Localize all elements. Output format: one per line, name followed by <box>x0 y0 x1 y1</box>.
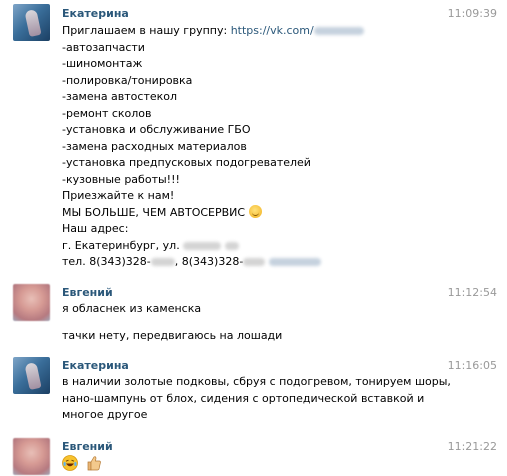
message-text-line: -шиномонтаж <box>62 57 143 70</box>
laughing-crying-emoji-icon <box>62 455 78 474</box>
message-text: , 8(343)328- <box>174 255 244 268</box>
message-text: МЫ БОЛЬШЕ, ЧЕМ АВТОСЕРВИС <box>62 205 246 219</box>
message-text-line: я обласнек из каменска <box>62 302 202 315</box>
message-text-line: нано-шампунь от блох, сидения с ортопеди… <box>62 391 425 405</box>
thumbs-up-emoji-icon <box>86 455 102 474</box>
message-author[interactable]: Екатерина <box>62 359 129 372</box>
message-text-line: Наш адрес: <box>62 222 129 235</box>
message-text-line: МЫ БОЛЬШЕ, ЧЕМ АВТОСЕРВИС <box>62 204 492 222</box>
message-time[interactable]: 11:21:22 <box>448 440 497 453</box>
message-text: тел. 8(343)328- <box>62 255 151 268</box>
avatar[interactable] <box>13 284 50 321</box>
group-link[interactable]: https://vk.com/ <box>231 24 314 37</box>
message-body: я обласнек из каменска тачки нету, перед… <box>62 301 492 344</box>
message-text-line: Приглашаем в нашу группу: https://vk.com… <box>62 23 492 40</box>
message-text: Приглашаем в нашу группу: <box>62 24 231 37</box>
blurred-text <box>243 258 266 266</box>
message-text-line: Приезжайте к нам! <box>62 189 175 202</box>
message-time[interactable]: 11:09:39 <box>448 7 497 20</box>
message-text-line: г. Екатеринбург, ул. <box>62 238 492 255</box>
avatar[interactable] <box>13 4 50 41</box>
message-text-line: в наличии золотые подковы, сбруя с подог… <box>62 375 451 388</box>
message-text-line: тачки нету, передвигаюсь на лошади <box>62 328 283 342</box>
message-author[interactable]: Евгений <box>62 286 113 299</box>
message-text-line: тел. 8(343)328- , 8(343)328- <box>62 254 492 271</box>
message-text-line: -замена расходных материалов <box>62 139 247 153</box>
message-author[interactable]: Екатерина <box>62 7 129 20</box>
message-body: Приглашаем в нашу группу: https://vk.com… <box>62 23 492 271</box>
wink-smiley-icon <box>248 204 262 218</box>
message-body <box>62 455 492 474</box>
message-text-line: многое другое <box>62 408 148 421</box>
message-text-line: -замена автостекол <box>62 90 178 103</box>
message-time[interactable]: 11:12:54 <box>448 286 497 299</box>
message-text-line: -полировка/тонировка <box>62 73 193 87</box>
message-time[interactable]: 11:16:05 <box>448 359 497 372</box>
blurred-text <box>313 27 364 35</box>
blurred-text <box>224 241 239 250</box>
blurred-text <box>150 258 175 266</box>
message-text-line: -ремонт сколов <box>62 106 152 120</box>
message-author[interactable]: Евгений <box>62 440 113 453</box>
message-text-line: -установка и обслуживание ГБО <box>62 123 251 136</box>
blurred-text <box>268 258 321 266</box>
message-text-line: -кузовные работы!!! <box>62 172 180 186</box>
avatar[interactable] <box>13 438 50 475</box>
message-text: г. Екатеринбург, ул. <box>62 238 180 252</box>
message-body: в наличии золотые подковы, сбруя с подог… <box>62 374 492 424</box>
avatar[interactable] <box>13 357 50 394</box>
message-text-line: -установка предпусковых подогревателей <box>62 156 311 169</box>
blurred-text <box>183 241 222 250</box>
message-text-line: -автозапчасти <box>62 40 145 54</box>
